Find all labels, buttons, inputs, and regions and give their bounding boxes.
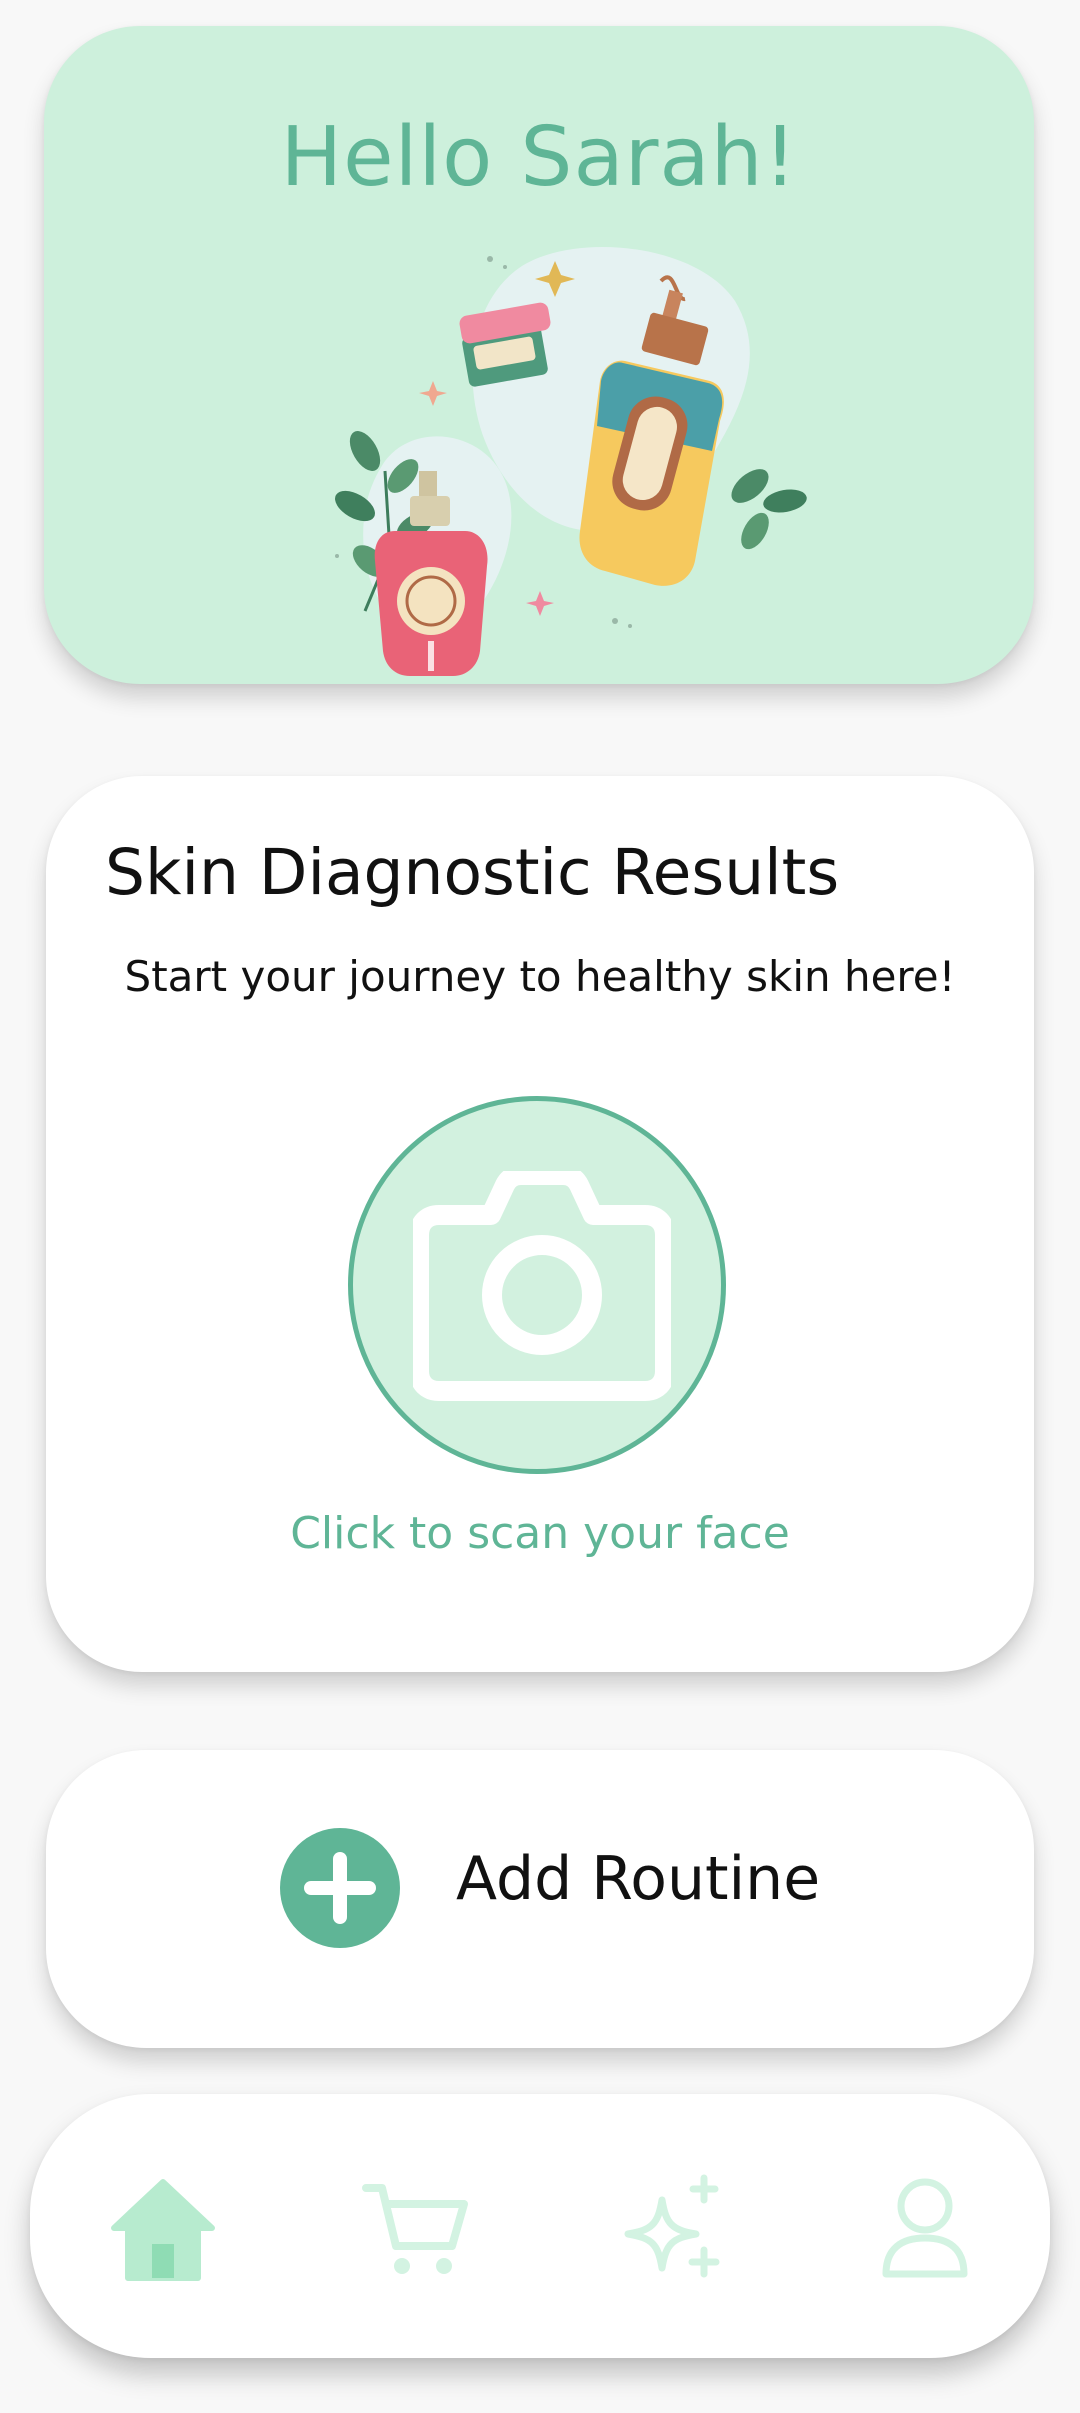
greeting-title: Hello Sarah! [280, 110, 798, 205]
scan-face-button[interactable] [348, 1096, 726, 1474]
home-icon [111, 2179, 215, 2281]
add-routine-label: Add Routine [456, 1844, 821, 1914]
nav-sparkles[interactable] [620, 2174, 730, 2284]
nav-home[interactable] [108, 2174, 218, 2284]
skin-diagnostic-card: Skin Diagnostic Results Start your journ… [46, 776, 1034, 1672]
greeting-card: Hello Sarah! [44, 26, 1034, 684]
user-icon [882, 2178, 968, 2278]
add-routine-button[interactable]: Add Routine [46, 1750, 1034, 2048]
camera-icon [413, 1171, 671, 1401]
plus-circle-icon [280, 1828, 400, 1948]
skincare-products-illustration [335, 247, 807, 676]
skin-diagnostic-title: Skin Diagnostic Results [105, 836, 840, 909]
sparkles-icon [624, 2174, 720, 2278]
bottom-navigation [30, 2094, 1050, 2358]
nav-profile[interactable] [870, 2174, 980, 2284]
scan-face-caption[interactable]: Click to scan your face [46, 1508, 1034, 1559]
skin-diagnostic-subtitle: Start your journey to healthy skin here! [124, 952, 956, 1001]
nav-shop[interactable] [360, 2174, 470, 2284]
cart-icon [362, 2184, 468, 2274]
